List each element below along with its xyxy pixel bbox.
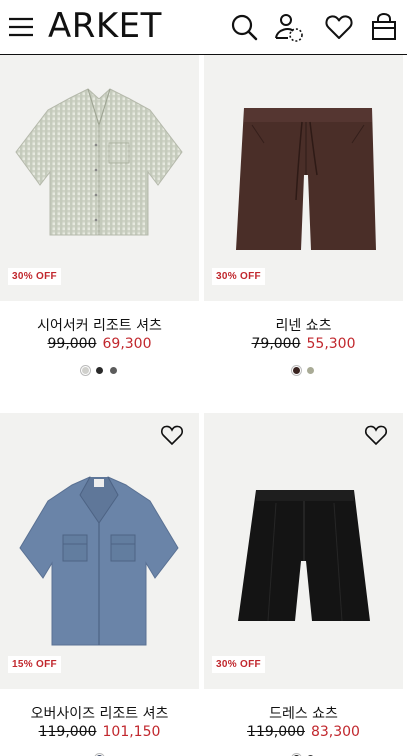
product-image[interactable]: 30% OFF xyxy=(204,413,403,689)
sale-price: 69,300 xyxy=(102,336,152,352)
shirt-image xyxy=(19,476,179,646)
sale-price: 55,300 xyxy=(306,336,356,352)
discount-badge: 30% OFF xyxy=(212,656,265,673)
brand-logo[interactable]: ARKET xyxy=(48,6,162,46)
product-price: 99,000 69,300 xyxy=(0,336,199,352)
product-image[interactable]: 30% OFF xyxy=(204,25,403,301)
discount-badge: 30% OFF xyxy=(8,268,61,285)
product-price: 79,000 55,300 xyxy=(204,336,403,352)
heart-icon[interactable] xyxy=(364,423,388,447)
shorts-image xyxy=(236,108,376,250)
heart-icon[interactable] xyxy=(160,423,184,447)
product-price: 119,000 101,150 xyxy=(0,724,199,740)
discount-badge: 15% OFF xyxy=(8,656,61,673)
menu-icon[interactable] xyxy=(9,15,33,39)
product-grid: 30% OFF 시어서커 리조트 셔츠 99,000 69,300 30% OF… xyxy=(0,25,407,756)
site-header: ARKET xyxy=(0,0,407,55)
product-price: 119,000 83,300 xyxy=(204,724,403,740)
original-price: 119,000 xyxy=(247,724,305,740)
sale-price: 83,300 xyxy=(310,724,360,740)
shirt-image xyxy=(15,88,183,236)
color-swatches xyxy=(0,750,199,756)
discount-badge: 30% OFF xyxy=(212,268,265,285)
product-name[interactable]: 리넨 쇼츠 xyxy=(204,315,403,335)
color-swatch[interactable] xyxy=(79,365,91,377)
color-swatches xyxy=(204,362,403,377)
color-swatch[interactable] xyxy=(110,367,118,375)
original-price: 79,000 xyxy=(251,336,301,352)
color-swatch[interactable] xyxy=(290,365,302,377)
product-name[interactable]: 드레스 쇼츠 xyxy=(204,703,403,723)
color-swatches xyxy=(0,362,199,377)
account-icon[interactable] xyxy=(274,12,304,42)
sale-price: 101,150 xyxy=(102,724,161,740)
color-swatch[interactable] xyxy=(96,367,103,375)
product-name[interactable]: 오버사이즈 리조트 셔츠 xyxy=(0,703,199,723)
heart-icon[interactable] xyxy=(324,12,354,42)
search-icon[interactable] xyxy=(229,12,259,42)
original-price: 99,000 xyxy=(47,336,97,352)
shopping-bag-icon[interactable] xyxy=(369,12,399,42)
original-price: 119,000 xyxy=(38,724,97,740)
product-name[interactable]: 시어서커 리조트 셔츠 xyxy=(0,315,199,335)
product-image[interactable]: 30% OFF xyxy=(0,25,199,301)
color-swatch[interactable] xyxy=(307,367,315,375)
shorts-image xyxy=(238,490,370,622)
color-swatches xyxy=(204,750,403,756)
product-image[interactable]: 15% OFF xyxy=(0,413,199,689)
